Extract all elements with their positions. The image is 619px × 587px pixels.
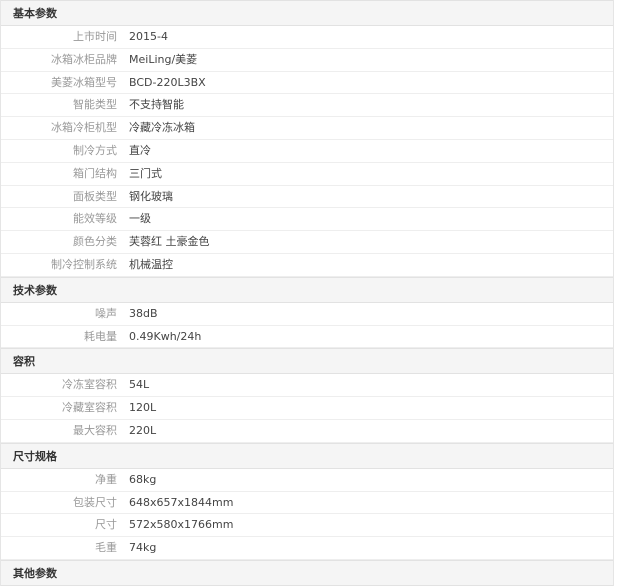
spec-row: 包装尺寸 648x657x1844mm — [1, 492, 613, 515]
spec-value: 一级 — [129, 212, 151, 226]
spec-row: 净重 68kg — [1, 469, 613, 492]
spec-value: 648x657x1844mm — [129, 495, 234, 509]
spec-row: 耗电量 0.49Kwh/24h — [1, 326, 613, 349]
spec-row: 箱门结构 三门式 — [1, 163, 613, 186]
spec-label: 制冷控制系统 — [51, 257, 117, 271]
spec-value: 2015-4 — [129, 30, 168, 43]
spec-row: 能效等级 一级 — [1, 208, 613, 232]
spec-value: 54L — [129, 378, 150, 392]
spec-label: 箱门结构 — [73, 166, 117, 180]
spec-label: 净重 — [95, 472, 117, 486]
spec-row: 面板类型 钢化玻璃 — [1, 186, 613, 209]
spec-label: 冰箱冷柜机型 — [51, 121, 117, 135]
spec-label: 面板类型 — [73, 189, 117, 203]
spec-row: 制冷方式 直冷 — [1, 140, 613, 163]
section-header-capacity: 容积 — [1, 348, 613, 375]
spec-label: 制冷方式 — [73, 143, 117, 157]
spec-row: 冰箱冰柜品牌 MeiLing/美菱 — [1, 49, 613, 72]
section-header-tech: 技术参数 — [1, 276, 613, 303]
spec-row: 冰箱冷柜机型 冷藏冷冻冰箱 — [1, 117, 613, 140]
spec-label: 尺寸 — [95, 518, 117, 532]
section-header-basic: 基本参数 — [1, 0, 613, 26]
spec-label: 耗电量 — [84, 329, 117, 343]
spec-label: 上市时间 — [73, 30, 117, 43]
spec-value: 38dB — [129, 306, 158, 320]
spec-value: 冷藏冷冻冰箱 — [129, 121, 195, 135]
spec-row: 上市时间 2015-4 — [1, 26, 613, 49]
spec-row: 噪声 38dB — [1, 303, 613, 326]
spec-row: 制冷控制系统 机械温控 — [1, 254, 613, 277]
spec-label: 最大容积 — [73, 423, 117, 437]
spec-label: 冰箱冰柜品牌 — [51, 52, 117, 66]
spec-label: 智能类型 — [73, 98, 117, 112]
spec-value: 机械温控 — [129, 257, 173, 271]
spec-row: 冷藏室容积 120L — [1, 397, 613, 420]
spec-label: 能效等级 — [73, 212, 117, 226]
spec-label: 冷冻室容积 — [62, 378, 117, 392]
section-header-dimensions: 尺寸规格 — [1, 442, 613, 469]
spec-row: 尺寸 572x580x1766mm — [1, 514, 613, 538]
spec-value: BCD-220L3BX — [129, 75, 206, 89]
spec-table: 基本参数 上市时间 2015-4 冰箱冰柜品牌 MeiLing/美菱 美菱冰箱型号 B… — [0, 0, 614, 586]
spec-value: 572x580x1766mm — [129, 518, 234, 532]
spec-row: 毛重 74kg — [1, 537, 613, 560]
spec-label: 冷藏室容积 — [62, 401, 117, 415]
spec-label: 毛重 — [95, 541, 117, 555]
spec-value: 220L — [129, 423, 157, 437]
spec-value: 钢化玻璃 — [129, 189, 173, 203]
spec-value: 120L — [129, 401, 157, 415]
spec-row: 美菱冰箱型号 BCD-220L3BX — [1, 72, 613, 95]
spec-row: 冷冻室容积 54L — [1, 374, 613, 398]
spec-value: 74kg — [129, 541, 157, 555]
spec-value: 不支持智能 — [129, 98, 184, 112]
spec-label: 包装尺寸 — [73, 495, 117, 509]
spec-label: 颜色分类 — [73, 235, 117, 249]
spec-value: MeiLing/美菱 — [129, 52, 198, 66]
spec-row: 最大容积 220L — [1, 420, 613, 443]
spec-value: 0.49Kwh/24h — [129, 329, 202, 343]
spec-value: 芙蓉红 土豪金色 — [129, 235, 210, 249]
spec-row: 智能类型 不支持智能 — [1, 94, 613, 118]
spec-value: 68kg — [129, 472, 157, 486]
spec-value: 三门式 — [129, 166, 162, 180]
spec-label: 噪声 — [95, 306, 117, 320]
spec-value: 直冷 — [129, 143, 151, 157]
spec-label: 美菱冰箱型号 — [51, 75, 117, 89]
spec-row: 颜色分类 芙蓉红 土豪金色 — [1, 231, 613, 254]
